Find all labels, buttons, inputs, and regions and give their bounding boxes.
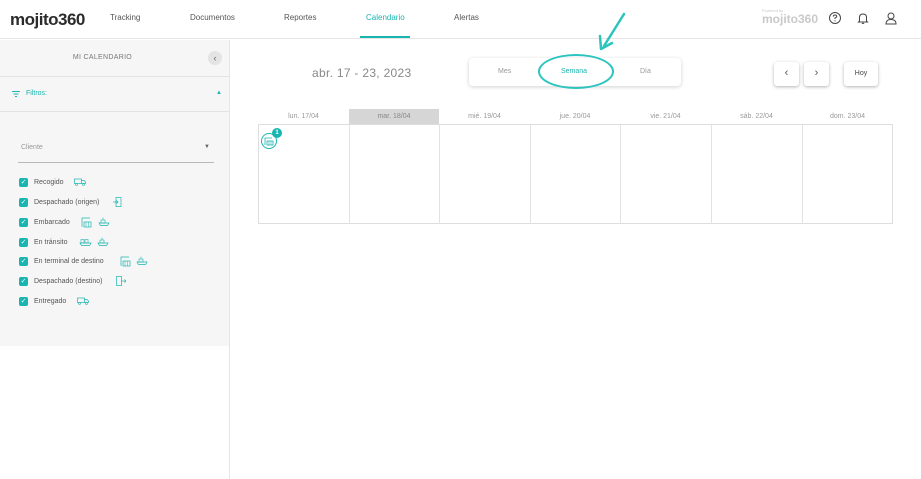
filters-toggle[interactable]: Filtros: [26, 90, 47, 97]
view-month-tab[interactable]: Mes [498, 68, 511, 75]
port-crane-icon [120, 256, 131, 267]
nav-calendario[interactable]: Calendario [366, 13, 405, 22]
annotation-arrow-icon [598, 12, 626, 51]
truck-icon [74, 178, 86, 186]
active-nav-indicator [360, 36, 410, 38]
user-icon[interactable] [884, 11, 898, 25]
next-week-button[interactable]: › [804, 62, 829, 86]
day-header-sat: sáb. 22/04 [740, 113, 773, 120]
day-column-divider [439, 125, 440, 224]
nav-tracking[interactable]: Tracking [110, 13, 140, 22]
checkbox-checked[interactable]: ✓ [19, 218, 28, 227]
week-calendar-grid[interactable] [258, 124, 893, 224]
day-column-divider [530, 125, 531, 224]
day-header-sun: dom. 23/04 [829, 113, 866, 120]
today-button[interactable]: Hoy [844, 62, 878, 86]
day-header-mon: lun. 17/04 [288, 113, 319, 120]
checkbox-checked[interactable]: ✓ [19, 297, 28, 306]
top-navigation-bar: mojito360 Tracking Documentos Reportes C… [0, 0, 921, 39]
checkbox-checked[interactable]: ✓ [19, 238, 28, 247]
truck-icon [77, 297, 89, 305]
sidebar: MI CALENDARIO ‹ Filtros: ▲ Cliente ▼ ✓ R… [0, 40, 230, 346]
day-header-tue-today: mar. 18/04 [349, 109, 439, 125]
powered-by-logo: Powered by mojito360 [762, 8, 819, 26]
checkbox-checked[interactable]: ✓ [19, 198, 28, 207]
port-crane-icon [81, 217, 92, 228]
building-exit-icon [116, 276, 126, 286]
nav-reportes[interactable]: Reportes [284, 13, 316, 22]
nav-documentos[interactable]: Documentos [190, 13, 235, 22]
client-select[interactable]: Cliente [21, 144, 43, 151]
divider [0, 76, 229, 77]
day-column-divider [711, 125, 712, 224]
filter-icon [12, 91, 20, 97]
help-icon[interactable] [828, 11, 842, 25]
ship-icon [98, 217, 110, 226]
calendar-date-range: abr. 17 - 23, 2023 [312, 66, 412, 80]
day-header-thu: jue. 20/04 [559, 113, 591, 120]
building-exit-icon [113, 197, 122, 207]
bell-icon[interactable] [856, 11, 870, 25]
checkbox-checked[interactable]: ✓ [19, 178, 28, 187]
chevron-up-icon[interactable]: ▲ [216, 90, 222, 96]
collapse-sidebar-button[interactable]: ‹ [208, 51, 222, 65]
day-column-divider [620, 125, 621, 224]
sidebar-border [229, 346, 230, 479]
checkbox-checked[interactable]: ✓ [19, 257, 28, 266]
ship-icon [136, 256, 148, 265]
ship-icon [97, 237, 109, 246]
client-select-underline [18, 162, 214, 163]
divider [0, 111, 229, 112]
day-column-divider [802, 125, 803, 224]
previous-week-button[interactable]: ‹ [774, 62, 799, 86]
transit-icon [79, 239, 92, 246]
sidebar-title: MI CALENDARIO [72, 54, 133, 61]
app-logo[interactable]: mojito360 [10, 10, 85, 30]
checkbox-checked[interactable]: ✓ [19, 277, 28, 286]
annotation-highlight-ellipse [538, 54, 614, 89]
nav-alertas[interactable]: Alertas [454, 13, 479, 22]
chevron-down-icon[interactable]: ▼ [204, 144, 210, 150]
day-header-fri: vie. 21/04 [650, 113, 681, 120]
day-header-wed: mié. 19/04 [468, 113, 501, 120]
day-column-divider [349, 125, 350, 224]
view-day-tab[interactable]: Día [640, 68, 651, 75]
event-count-badge: 1 [272, 128, 282, 138]
